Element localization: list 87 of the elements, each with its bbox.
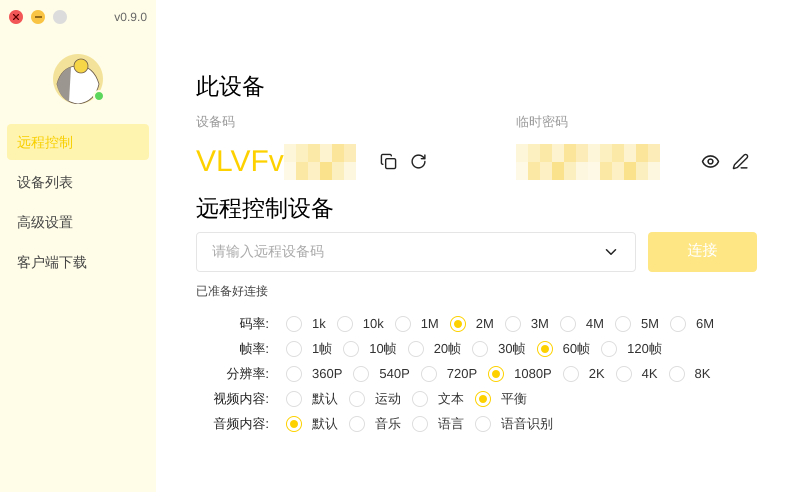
radio-label: 360P xyxy=(312,365,342,384)
radio-button[interactable] xyxy=(349,391,365,407)
radio-label: 默认 xyxy=(312,390,338,408)
radio-label: 60帧 xyxy=(562,340,590,358)
section-title: 远程控制设备 xyxy=(196,194,335,222)
maximize-button[interactable] xyxy=(53,10,67,24)
minimize-icon xyxy=(34,16,42,18)
radio-label: 默认 xyxy=(312,415,338,434)
setting-label: 码率: xyxy=(238,315,269,334)
radio-label: 6M xyxy=(696,315,714,334)
radio-label: 120帧 xyxy=(627,340,662,358)
refresh-icon[interactable] xyxy=(410,153,427,170)
setting-label: 分辨率: xyxy=(225,365,269,384)
radio-button[interactable] xyxy=(412,391,428,407)
sidebar-item[interactable]: 设备列表 xyxy=(7,164,149,200)
close-icon xyxy=(13,14,19,20)
radio-label: 4M xyxy=(586,315,604,334)
radio-label: 语言 xyxy=(438,415,464,434)
radio-button[interactable] xyxy=(475,416,491,432)
radio-label: 1M xyxy=(420,315,439,334)
radio-button[interactable] xyxy=(336,316,353,332)
pixelated-block xyxy=(516,144,588,180)
radio-label: 平衡 xyxy=(501,390,527,408)
radio-button[interactable] xyxy=(488,366,504,382)
radio-label: 1帧 xyxy=(312,340,332,358)
eye-icon[interactable] xyxy=(701,152,720,171)
device-code: VLVFv xyxy=(196,144,284,180)
version-label: v0.9.0 xyxy=(114,9,147,26)
radio-button[interactable] xyxy=(286,341,302,357)
radio-label: 文本 xyxy=(438,390,464,408)
radio-button[interactable] xyxy=(616,366,632,382)
radio-button[interactable] xyxy=(601,341,618,357)
pen-icon[interactable] xyxy=(732,153,749,170)
radio-button[interactable] xyxy=(472,341,488,357)
radio-button[interactable] xyxy=(450,316,466,332)
device-code-input[interactable]: 请输入远程设备码 xyxy=(212,241,602,262)
device-code-combobox[interactable]: 请输入远程设备码 xyxy=(196,232,636,272)
radio-label: 540P xyxy=(379,365,410,384)
radio-label: 5M xyxy=(640,315,660,334)
radio-button[interactable] xyxy=(412,416,428,432)
radio-label: 音乐 xyxy=(375,415,401,434)
radio-button[interactable] xyxy=(536,341,553,357)
field-label: 设备码 xyxy=(196,113,236,131)
radio-button[interactable] xyxy=(614,316,631,332)
setting-label: 帧率: xyxy=(238,340,269,358)
radio-button[interactable] xyxy=(394,316,411,332)
pixelated-block xyxy=(588,144,660,180)
radio-button[interactable] xyxy=(560,316,576,332)
radio-button[interactable] xyxy=(670,316,686,332)
setting-label: 音频内容: xyxy=(212,415,269,434)
field-label: 临时密码 xyxy=(516,113,569,131)
radio-label: 720P xyxy=(446,365,478,384)
radio-label: 语音识别 xyxy=(501,415,553,434)
radio-label: 8K xyxy=(694,365,710,384)
radio-button[interactable] xyxy=(504,316,521,332)
minimize-button[interactable] xyxy=(31,10,45,24)
radio-label: 3M xyxy=(530,315,549,334)
radio-label: 4K xyxy=(642,365,658,384)
radio-button[interactable] xyxy=(286,416,302,432)
avatar-drawing xyxy=(53,54,103,104)
setting-label: 视频内容: xyxy=(212,390,269,408)
radio-button[interactable] xyxy=(349,416,365,432)
radio-button[interactable] xyxy=(286,366,302,382)
radio-label: 1080P xyxy=(514,365,552,384)
radio-button[interactable] xyxy=(668,366,685,382)
radio-label: 运动 xyxy=(375,390,401,408)
radio-label: 20帧 xyxy=(434,340,462,358)
close-button[interactable] xyxy=(9,10,23,24)
radio-button[interactable] xyxy=(408,341,424,357)
radio-label: 1k xyxy=(312,315,326,334)
radio-label: 10帧 xyxy=(369,340,397,358)
radio-button[interactable] xyxy=(353,366,370,382)
radio-button[interactable] xyxy=(286,391,302,407)
copy-icon[interactable] xyxy=(380,153,397,170)
radio-button[interactable] xyxy=(420,366,437,382)
radio-button[interactable] xyxy=(343,341,360,357)
sidebar-item[interactable]: 客户端下载 xyxy=(7,244,149,280)
radio-button[interactable] xyxy=(286,316,302,332)
section-title: 此设备 xyxy=(196,72,266,101)
radio-label: 2K xyxy=(588,365,605,384)
radio-button[interactable] xyxy=(475,391,491,407)
radio-label: 2M xyxy=(476,315,494,334)
radio-button[interactable] xyxy=(562,366,579,382)
radio-label: 10k xyxy=(362,315,384,334)
sidebar-item[interactable]: 高级设置 xyxy=(7,204,149,240)
status-text: 已准备好连接 xyxy=(196,282,269,300)
radio-label: 30帧 xyxy=(498,340,526,358)
